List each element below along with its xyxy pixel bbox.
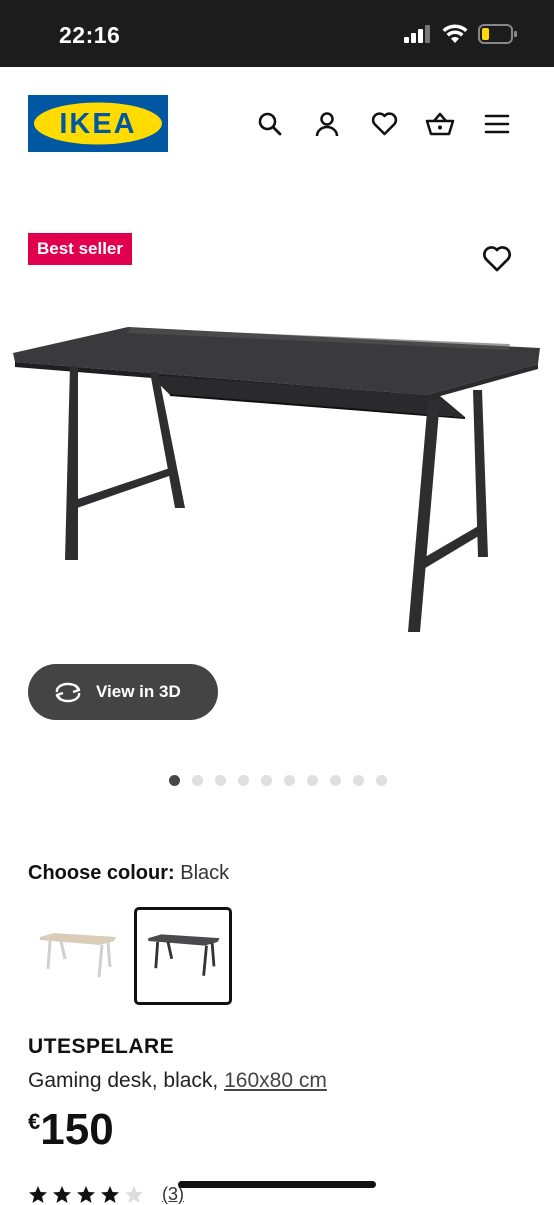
carousel-dot[interactable] <box>192 775 203 786</box>
carousel-dot[interactable] <box>330 775 341 786</box>
heart-icon <box>371 112 397 136</box>
site-header: IKEA <box>0 67 554 187</box>
star-filled-icon <box>101 1186 119 1203</box>
ikea-logo[interactable]: IKEA <box>28 95 168 152</box>
product-size-link[interactable]: 160x80 cm <box>224 1069 327 1092</box>
product-price: €150 <box>28 1105 114 1155</box>
battery-low-icon <box>478 24 517 44</box>
black-desk-thumbnail <box>148 934 220 976</box>
user-icon <box>315 112 339 137</box>
star-filled-icon <box>29 1186 47 1203</box>
svg-text:IKEA: IKEA <box>59 108 136 140</box>
beige-desk-thumbnail <box>40 933 116 978</box>
add-to-favourites-button[interactable] <box>482 245 512 275</box>
view-in-3d-button[interactable]: View in 3D <box>28 664 218 720</box>
star-filled-icon <box>77 1186 95 1203</box>
status-icons <box>404 24 518 44</box>
carousel-dot[interactable] <box>261 775 272 786</box>
carousel-dot[interactable] <box>307 775 318 786</box>
rotate-3d-icon <box>55 682 81 703</box>
view-in-3d-label: View in 3D <box>96 682 181 701</box>
carousel-dot[interactable] <box>353 775 364 786</box>
colour-swatch-white[interactable] <box>28 907 126 1005</box>
product-description: Gaming desk, black, 160x80 cm <box>28 1069 327 1093</box>
carousel-dot[interactable] <box>376 775 387 786</box>
status-bar: 22:16 <box>0 0 554 67</box>
price-currency: € <box>28 1109 41 1134</box>
carousel-dot[interactable] <box>238 775 249 786</box>
menu-button[interactable] <box>482 109 512 139</box>
star-empty-icon <box>125 1186 143 1203</box>
basket-icon <box>425 112 455 136</box>
carousel-dot[interactable] <box>215 775 226 786</box>
best-seller-badge: Best seller <box>28 233 132 265</box>
account-button[interactable] <box>312 109 342 139</box>
product-description-text: Gaming desk, black, <box>28 1069 219 1092</box>
search-icon <box>258 112 282 136</box>
image-carousel-dots <box>169 775 387 786</box>
product-image[interactable] <box>10 320 544 640</box>
cellular-signal-icon <box>404 25 430 43</box>
basket-button[interactable] <box>425 109 455 139</box>
menu-icon <box>484 114 510 134</box>
colour-value: Black <box>180 862 230 884</box>
price-amount: 150 <box>40 1105 114 1154</box>
carousel-dot[interactable] <box>169 775 180 786</box>
product-rating[interactable]: (3) <box>28 1184 184 1205</box>
status-time: 22:16 <box>59 22 121 48</box>
product-name: UTESPELARE <box>28 1035 175 1058</box>
star-filled-icon <box>53 1186 71 1203</box>
carousel-dot[interactable] <box>284 775 295 786</box>
colour-chooser-label: Choose colour: Black <box>28 862 229 885</box>
heart-icon <box>483 246 511 272</box>
wifi-icon <box>442 24 468 43</box>
colour-label: Choose colour: <box>28 862 175 884</box>
favourites-button[interactable] <box>369 109 399 139</box>
colour-swatch-black[interactable] <box>134 907 232 1005</box>
home-indicator <box>178 1181 376 1188</box>
search-button[interactable] <box>255 109 285 139</box>
